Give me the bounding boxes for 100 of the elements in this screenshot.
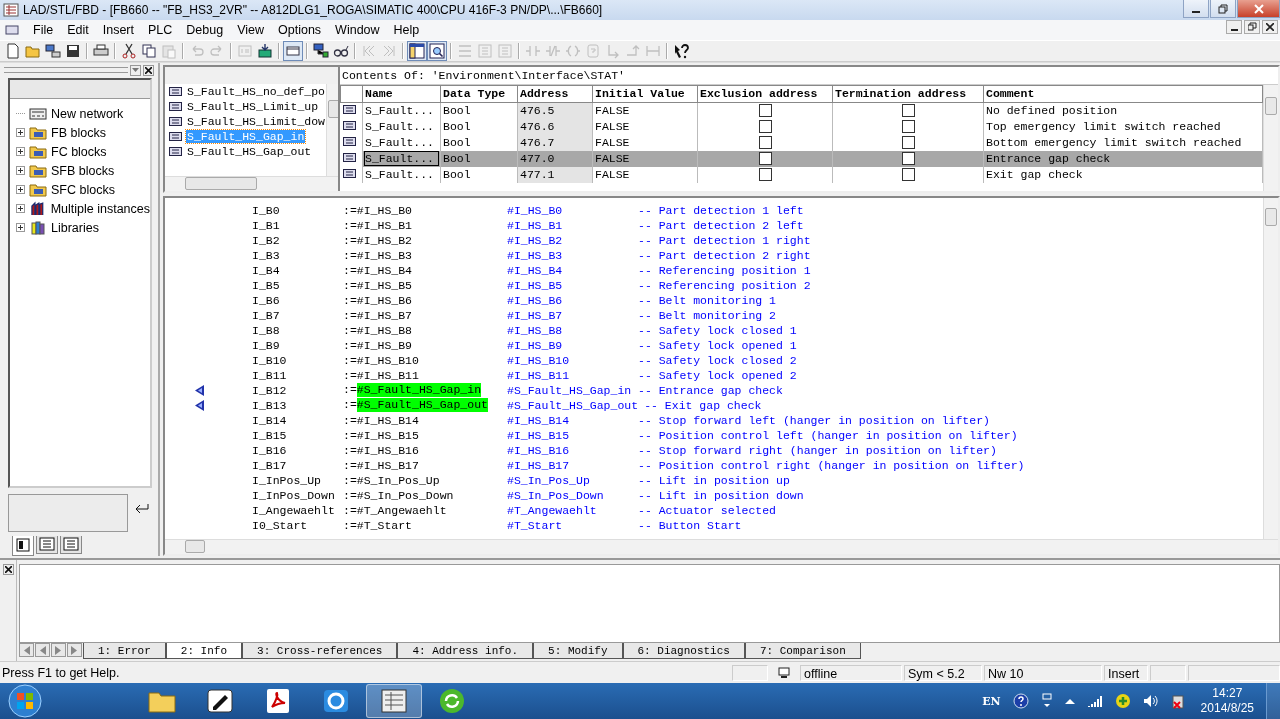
table-cell: 476.6 — [520, 120, 555, 133]
panel-tab[interactable] — [12, 535, 34, 556]
menu-item[interactable]: Window — [328, 22, 387, 37]
tree-item[interactable]: SFC blocks — [51, 182, 115, 197]
caret-up-icon[interactable] — [1064, 698, 1075, 704]
plus-icon[interactable] — [1114, 693, 1131, 709]
toolbar-button[interactable] — [427, 40, 447, 61]
dropdown-button[interactable] — [130, 64, 141, 76]
tab[interactable]: 7: Comparison — [744, 643, 861, 660]
help-icon[interactable] — [1012, 693, 1029, 709]
status-field: Sym < 5.2 — [904, 664, 982, 681]
checkbox[interactable] — [758, 152, 772, 166]
assigned-value: #I_HS_B16 — [356, 443, 419, 457]
tab[interactable]: 1: Error — [83, 643, 166, 660]
clock-date[interactable]: 2014/8/25 — [1200, 701, 1254, 716]
column-header[interactable]: Initial Value — [592, 85, 698, 102]
menu-item[interactable]: Help — [386, 22, 427, 37]
clock-time[interactable]: 14:27 — [1212, 686, 1243, 701]
tab-scroll-button[interactable] — [51, 643, 66, 658]
list-item[interactable]: S_Fault_HS_Limit_up — [186, 99, 320, 113]
close-icon — [4, 565, 12, 573]
vertical-scrollbar[interactable] — [1263, 84, 1278, 191]
tab-scroll-button[interactable] — [67, 643, 82, 658]
power-icon[interactable] — [1170, 693, 1185, 709]
table-row[interactable]: S_Fault... Bool 476.7 FALSE Bottom emergency limit switch reached — [340, 134, 1263, 151]
code-comment: -- Exit gap check — [644, 398, 762, 412]
checkbox[interactable] — [901, 104, 915, 118]
box-icon — [585, 42, 601, 59]
table-cell: Top emergency limit switch reached — [986, 120, 1221, 133]
table-cell: FALSE — [595, 136, 630, 149]
actual-operand: #I_HS_B14 — [507, 413, 571, 427]
list-item[interactable]: S_Fault_HS_Gap_out — [186, 144, 313, 158]
tree-item[interactable]: SFB blocks — [51, 163, 115, 178]
checkbox[interactable] — [758, 168, 772, 182]
tab[interactable]: 2: Info — [165, 643, 243, 660]
table-row[interactable]: S_Fault... Bool 477.0 FALSE Entrance gap check — [340, 150, 1263, 167]
expand-icon[interactable] — [16, 147, 25, 157]
checkbox[interactable] — [758, 104, 772, 118]
tree-item[interactable]: Multiple instances — [50, 201, 150, 216]
tab[interactable]: 4: Address info. — [397, 643, 534, 660]
tree-item[interactable]: FC blocks — [51, 144, 107, 159]
table-cell: 476.7 — [520, 136, 555, 149]
checkbox[interactable] — [901, 152, 915, 166]
expand-icon[interactable] — [16, 128, 25, 138]
tab[interactable]: 6: Diagnostics — [622, 643, 745, 660]
column-header[interactable]: Comment — [983, 85, 1263, 102]
taskbar-button[interactable] — [366, 684, 422, 718]
menu-item[interactable]: Debug — [179, 22, 231, 37]
column-header[interactable]: Data Type — [440, 85, 518, 102]
expand-icon[interactable] — [16, 185, 25, 195]
tree-item[interactable]: Libraries — [51, 220, 99, 235]
document-icon[interactable] — [4, 22, 20, 37]
vertical-scrollbar[interactable] — [1263, 197, 1278, 539]
column-header[interactable]: Termination address — [832, 85, 984, 102]
actual-operand: #I_HS_B16 — [507, 443, 571, 457]
maximize-button[interactable] — [1210, 0, 1236, 18]
actual-operand: #I_HS_B11 — [507, 368, 571, 382]
tree-item[interactable]: FB blocks — [51, 125, 106, 140]
checkbox[interactable] — [758, 120, 772, 134]
code-comment: -- Part detection 1 right — [638, 233, 811, 247]
close-button[interactable] — [2, 563, 14, 575]
checkbox[interactable] — [901, 136, 915, 150]
column-header[interactable]: Address — [517, 85, 593, 102]
menu-item[interactable]: View — [230, 22, 271, 37]
rung-icon — [457, 42, 473, 59]
menu-item[interactable]: Options — [271, 22, 329, 37]
menu-item[interactable]: File — [26, 22, 61, 37]
checkbox[interactable] — [901, 120, 915, 134]
table-row[interactable]: S_Fault... Bool 476.6 FALSE Top emergency limit switch reached — [340, 118, 1263, 135]
tab-scroll-button[interactable] — [19, 643, 34, 658]
toolbar-button[interactable] — [407, 40, 427, 61]
tab[interactable]: 3: Cross-references — [242, 643, 398, 660]
signal-icon[interactable] — [1086, 695, 1103, 707]
toolbar-button[interactable] — [311, 40, 331, 61]
speaker-icon[interactable] — [1142, 694, 1159, 708]
vertical-scrollbar[interactable] — [326, 83, 338, 176]
minimize-button[interactable] — [1183, 0, 1209, 18]
expand-icon[interactable] — [16, 223, 25, 233]
expand-icon[interactable] — [16, 166, 25, 176]
table-row[interactable]: S_Fault... Bool 477.1 FALSE Exit gap check — [340, 166, 1263, 183]
expand-icon[interactable] — [16, 204, 25, 214]
menu-item[interactable]: PLC — [140, 22, 180, 37]
code-comment: -- Belt monitoring 2 — [638, 308, 777, 322]
assign-operator: := — [343, 308, 357, 322]
language-indicator[interactable]: EN — [982, 694, 1001, 708]
list-item[interactable]: S_Fault_HS_no_def_po — [186, 84, 327, 98]
actual-operand: #I_HS_B9 — [507, 338, 564, 352]
tab[interactable]: 5: Modify — [533, 643, 623, 660]
column-header[interactable]: Name — [362, 85, 441, 102]
column-header[interactable]: Exclusion address — [697, 85, 833, 102]
menu-item[interactable]: Edit — [60, 22, 96, 37]
list-item[interactable]: S_Fault_HS_Limit_dow — [186, 114, 327, 128]
table-cell: FALSE — [595, 152, 630, 165]
close-button[interactable] — [143, 64, 154, 76]
menu-item[interactable]: Insert — [95, 22, 141, 37]
checkbox[interactable] — [758, 136, 772, 150]
table-row[interactable]: S_Fault... Bool 476.5 FALSE No defined position — [340, 102, 1263, 119]
checkbox[interactable] — [901, 168, 915, 182]
tab-scroll-button[interactable] — [35, 643, 50, 658]
tree-item[interactable]: New network — [51, 106, 124, 121]
